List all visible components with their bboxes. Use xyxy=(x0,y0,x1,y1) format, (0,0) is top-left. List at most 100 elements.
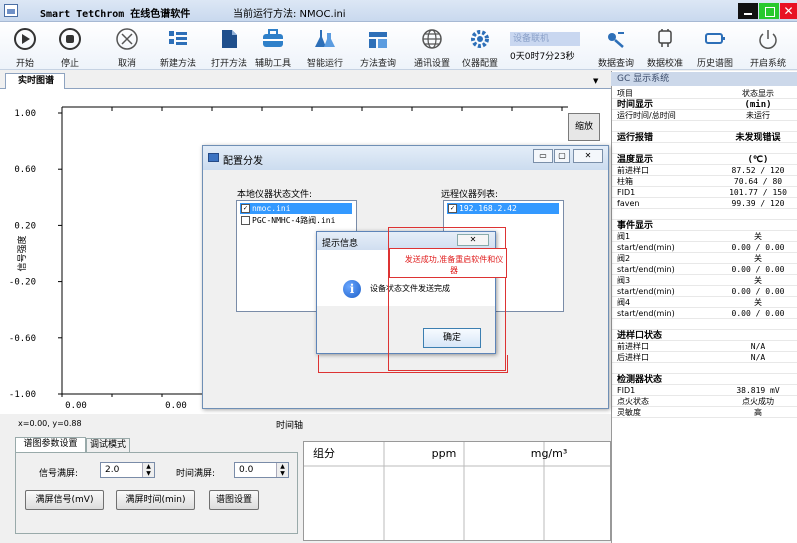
toolbar-label: 开启系统 xyxy=(749,59,786,69)
close-icon[interactable]: ✕ xyxy=(573,149,603,163)
tab-realtime-chart[interactable]: 实时图谱 xyxy=(5,73,65,89)
tab-chart-params[interactable]: 谱图参数设置 xyxy=(15,437,86,452)
toolbar-history-button[interactable]: 历史谱图 xyxy=(695,22,735,70)
toolbar-label: 停止 xyxy=(60,59,79,69)
tab-debug-mode[interactable]: 调试模式 xyxy=(86,438,130,452)
close-window-button[interactable]: ✕ xyxy=(780,3,797,19)
status-item-value: 未运行 xyxy=(746,111,770,120)
y-tick-label: 0.20 xyxy=(14,221,36,231)
gear-icon xyxy=(471,30,489,48)
status-row: faven 99.39 / 120 xyxy=(612,199,797,209)
status-item-label: 柱箱 xyxy=(617,177,633,186)
toolbar-instrument-config-button[interactable]: 仪器配置 xyxy=(460,22,500,70)
status-row xyxy=(612,210,797,220)
status-row: 阀4 关 xyxy=(612,298,797,308)
tab-dropdown-icon[interactable]: ▼ xyxy=(593,77,598,85)
status-item-label: 事件显示 xyxy=(617,221,654,231)
list-item[interactable]: ✓ nmoc.ini xyxy=(240,203,352,214)
annotation-frame xyxy=(318,355,508,373)
time-full-spinner[interactable]: 0.0 ▲ ▼ xyxy=(234,462,289,478)
toolbar-power-button[interactable]: 开启系统 xyxy=(748,22,788,70)
toolbar-cancel-button[interactable]: 取消 xyxy=(112,22,142,70)
status-item-label: 时间显示 xyxy=(617,100,654,110)
concentration-table: 组分 ppm mg/m³ xyxy=(303,441,611,541)
toolbar-method-query-button[interactable]: 方法查询 xyxy=(358,22,398,70)
toolbar-smart-run-button[interactable]: 智能运行 xyxy=(305,22,345,70)
status-row: start/end(min) 0.00 / 0.00 xyxy=(612,287,797,297)
toolbar-label: 辅助工具 xyxy=(254,59,291,69)
zoom-button[interactable]: 缩放 xyxy=(568,113,600,141)
toolbar-label: 数据查询 xyxy=(597,59,634,69)
minimize-button[interactable] xyxy=(738,3,758,19)
dialog-title-bar: 配置分发 ▭ ▢ ✕ xyxy=(203,146,608,170)
status-item-value: 点火成功 xyxy=(742,397,774,406)
status-item-label: 前进样口 xyxy=(617,342,649,351)
main-toolbar: 开始 停止 取消 新建方法 打开方法 辅助工具 智能运行 方法查询 通讯设置 仪… xyxy=(0,22,797,70)
status-row: start/end(min) 0.00 / 0.00 xyxy=(612,309,797,319)
status-row: 项目 状态显示 xyxy=(612,89,797,99)
toolbar-data-calibrate-button[interactable]: 数据校准 xyxy=(645,22,685,70)
status-row: 后进样口 N/A xyxy=(612,353,797,363)
app-title: Smart TetChrom 在线色谱软件 xyxy=(40,9,191,20)
toolbar-data-query-button[interactable]: 数据查询 xyxy=(596,22,636,70)
status-row: FID1 38.819 mV xyxy=(612,386,797,396)
cancel-icon xyxy=(116,28,138,50)
status-item-value: 关 xyxy=(754,298,762,307)
toolbar-open-method-button[interactable]: 打开方法 xyxy=(209,22,249,70)
status-item-value: N/A xyxy=(750,353,766,362)
x-axis-title: 时间轴 xyxy=(276,421,304,431)
toolbar-label: 取消 xyxy=(117,59,136,69)
toolbar-new-method-button[interactable]: 新建方法 xyxy=(158,22,198,70)
status-item-label: 进样口状态 xyxy=(617,331,663,341)
toolbar-label: 新建方法 xyxy=(159,59,196,69)
chart-tab-strip xyxy=(0,71,611,89)
minimize-icon[interactable]: ▭ xyxy=(533,149,553,163)
status-row: 阀3 关 xyxy=(612,276,797,286)
checkbox[interactable]: ✓ xyxy=(448,204,457,213)
list-item[interactable]: ✓ 192.168.2.42 xyxy=(447,203,559,214)
status-row: FID1 101.77 / 150 xyxy=(612,188,797,198)
status-item-value: 0.00 / 0.00 xyxy=(731,309,785,318)
spinner-arrows-icon[interactable]: ▲ ▼ xyxy=(142,463,154,477)
status-row: 柱箱 70.64 / 80 xyxy=(612,177,797,187)
spinner-arrows-icon[interactable]: ▲ ▼ xyxy=(276,463,288,477)
status-item-label: start/end(min) xyxy=(617,265,675,274)
file-name: nmoc.ini xyxy=(252,204,291,213)
status-item-label: 温度显示 xyxy=(617,155,654,165)
status-section-header: 进样口状态 xyxy=(612,331,797,341)
toolbar-label: 方法查询 xyxy=(359,59,396,69)
toolbar-label: 通讯设置 xyxy=(413,59,450,69)
local-files-label: 本地仪器状态文件: xyxy=(237,190,313,200)
full-time-button[interactable]: 满屏时间(min) xyxy=(116,490,195,510)
full-signal-button[interactable]: 满屏信号(mV) xyxy=(25,490,104,510)
status-item-label: 后进样口 xyxy=(617,353,649,362)
status-row xyxy=(612,320,797,330)
status-item-label: FID1 xyxy=(617,188,636,197)
status-row xyxy=(612,144,797,154)
open-method-icon xyxy=(222,30,237,48)
status-item-value: 70.64 / 80 xyxy=(733,177,783,186)
x-tick-label: 0.00 xyxy=(165,401,187,411)
status-item-value: 状态显示 xyxy=(742,89,774,98)
chart-settings-button[interactable]: 谱图设置 xyxy=(209,490,259,510)
toolbar-tools-button[interactable]: 辅助工具 xyxy=(253,22,293,70)
elapsed-time: 0天0时7分23秒 xyxy=(510,52,575,62)
play-icon xyxy=(14,28,36,50)
status-row: 点火状态 点火成功 xyxy=(612,397,797,407)
checkbox[interactable] xyxy=(241,216,250,225)
toolbar-stop-button[interactable]: 停止 xyxy=(55,22,85,70)
maximize-button[interactable] xyxy=(759,3,779,19)
maximize-icon[interactable]: ▢ xyxy=(554,149,570,163)
status-item-label: start/end(min) xyxy=(617,243,675,252)
toolbar-start-button[interactable]: 开始 xyxy=(10,22,40,70)
toolbar-comm-settings-button[interactable]: 通讯设置 xyxy=(412,22,452,70)
info-icon: i xyxy=(343,280,361,298)
device-online-status: 设备联机 xyxy=(510,32,580,46)
status-item-value: 0.00 / 0.00 xyxy=(731,265,785,274)
checkbox[interactable]: ✓ xyxy=(241,204,250,213)
status-item-value: 101.77 / 150 xyxy=(729,188,787,197)
list-item[interactable]: PGC-NMHC-4路阀.ini xyxy=(240,215,352,226)
signal-full-spinner[interactable]: 2.0 ▲ ▼ xyxy=(100,462,155,478)
toolbar-label: 开始 xyxy=(15,59,34,69)
data-query-icon xyxy=(608,32,624,48)
